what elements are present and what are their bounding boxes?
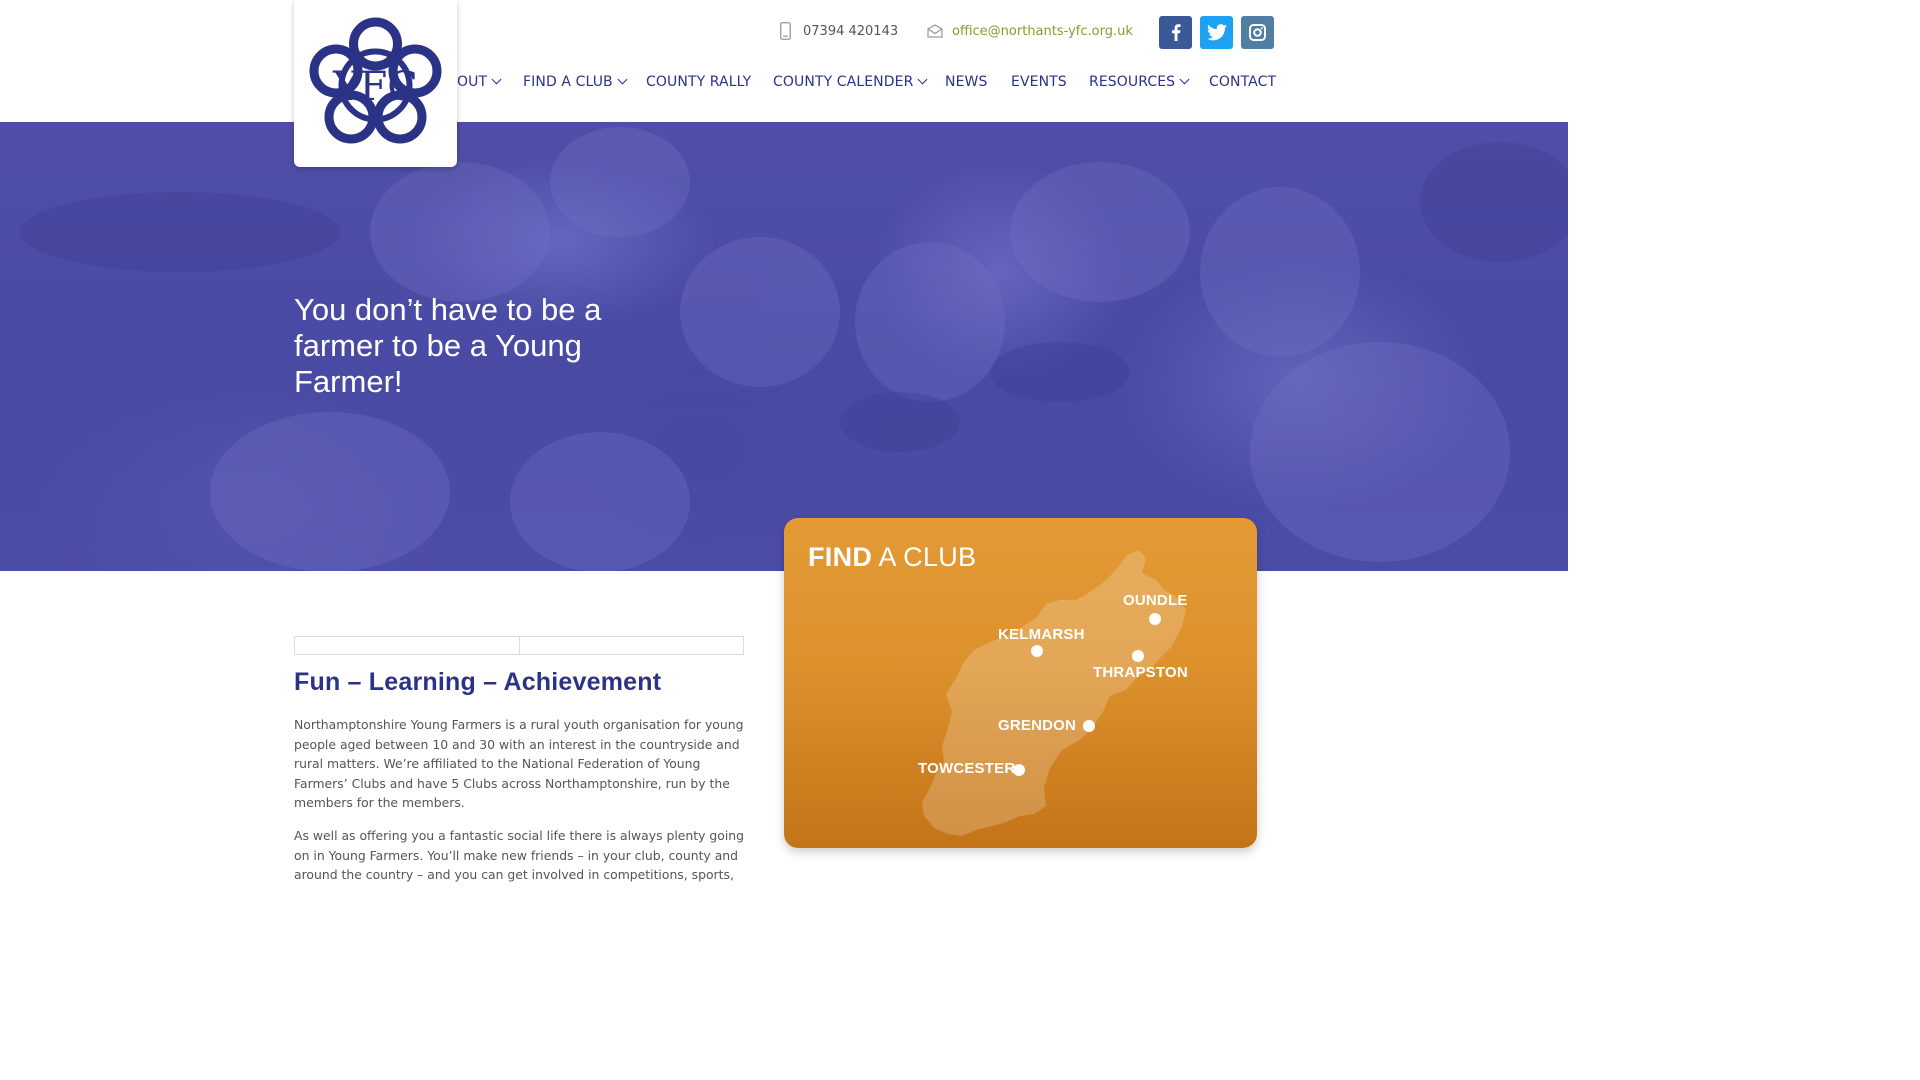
- town-label-oundle[interactable]: OUNDLE: [1123, 592, 1188, 609]
- svg-text:YFC: YFC: [332, 64, 418, 110]
- nav-item-county-rally[interactable]: COUNTY RALLY: [646, 72, 751, 92]
- nav-item-county-calender[interactable]: COUNTY CALENDER: [773, 72, 928, 92]
- facebook-icon: [1171, 24, 1180, 41]
- nav-item-resources[interactable]: RESOURCES: [1089, 72, 1190, 92]
- contact-email[interactable]: office@northants-yfc.org.uk: [927, 20, 1133, 42]
- town-marker-thrapston[interactable]: [1132, 650, 1144, 662]
- phone-icon: [780, 22, 791, 40]
- email-link[interactable]: office@northants-yfc.org.uk: [952, 24, 1133, 39]
- second-paragraph: As well as offering you a fantastic soci…: [294, 828, 745, 882]
- intro-paragraph: Northamptonshire Young Farmers is a rura…: [294, 717, 744, 810]
- twitter-button[interactable]: [1200, 16, 1233, 49]
- find-a-club-card[interactable]: FIND A CLUB OUNDLE KELMARSH THRAPSTON GR…: [784, 518, 1257, 848]
- yfc-logo-icon: YFC: [309, 17, 442, 144]
- phone-number: 07394 420143: [803, 23, 899, 39]
- hero-photo-overlay: [20, 127, 1568, 571]
- chevron-down-icon: [491, 74, 502, 85]
- hero-title: You don’t have to be a farmer to be a Yo…: [294, 292, 602, 399]
- twitter-icon: [1206, 24, 1227, 41]
- site-header: YFC 07394 420143 office@northants-yfc.or…: [0, 0, 1568, 167]
- town-marker-towcester[interactable]: [1013, 764, 1025, 776]
- nav-item-label: NEWS: [945, 74, 988, 90]
- nav-item-about[interactable]: OUT: [457, 72, 502, 92]
- site-logo[interactable]: YFC: [294, 0, 457, 167]
- nav-item-label: CONTACT: [1209, 74, 1277, 90]
- nav-item-label: EVENTS: [1011, 74, 1067, 90]
- find-a-club-title: FIND A CLUB: [808, 542, 977, 572]
- town-marker-kelmarsh[interactable]: [1031, 645, 1043, 657]
- contact-phone[interactable]: 07394 420143: [780, 20, 898, 42]
- nav-item-news[interactable]: NEWS: [945, 72, 987, 92]
- nav-item-label: COUNTY CALENDER: [773, 74, 914, 90]
- tab-2[interactable]: [518, 637, 744, 654]
- nav-item-events[interactable]: EVENTS: [1011, 72, 1067, 92]
- hero-banner: You don’t have to be a farmer to be a Yo…: [0, 122, 1568, 571]
- town-label-grendon[interactable]: GRENDON: [998, 717, 1076, 734]
- nav-item-find-a-club[interactable]: FIND A CLUB: [523, 72, 628, 92]
- instagram-button[interactable]: [1241, 16, 1274, 49]
- town-label-towcester[interactable]: TOWCESTER: [918, 760, 1015, 777]
- envelope-icon: [927, 24, 943, 38]
- content-tabs: [294, 636, 744, 655]
- section-heading: Fun – Learning – Achievement: [294, 668, 662, 696]
- nav-item-label: FIND A CLUB: [523, 74, 613, 90]
- instagram-icon: [1249, 24, 1266, 41]
- chevron-down-icon: [917, 74, 928, 85]
- town-marker-oundle[interactable]: [1149, 613, 1161, 625]
- nav-item-contact[interactable]: CONTACT: [1209, 72, 1276, 92]
- chevron-down-icon: [617, 74, 628, 85]
- nav-item-label: RESOURCES: [1089, 74, 1176, 90]
- town-label-kelmarsh[interactable]: KELMARSH: [998, 626, 1085, 643]
- facebook-button[interactable]: [1159, 16, 1192, 49]
- nav-item-label: OUT: [457, 74, 488, 90]
- town-marker-grendon[interactable]: [1083, 720, 1095, 732]
- tab-1[interactable]: [295, 637, 519, 654]
- town-label-thrapston[interactable]: THRAPSTON: [1093, 664, 1188, 681]
- nav-item-label: COUNTY RALLY: [646, 74, 752, 90]
- chevron-down-icon: [1179, 74, 1190, 85]
